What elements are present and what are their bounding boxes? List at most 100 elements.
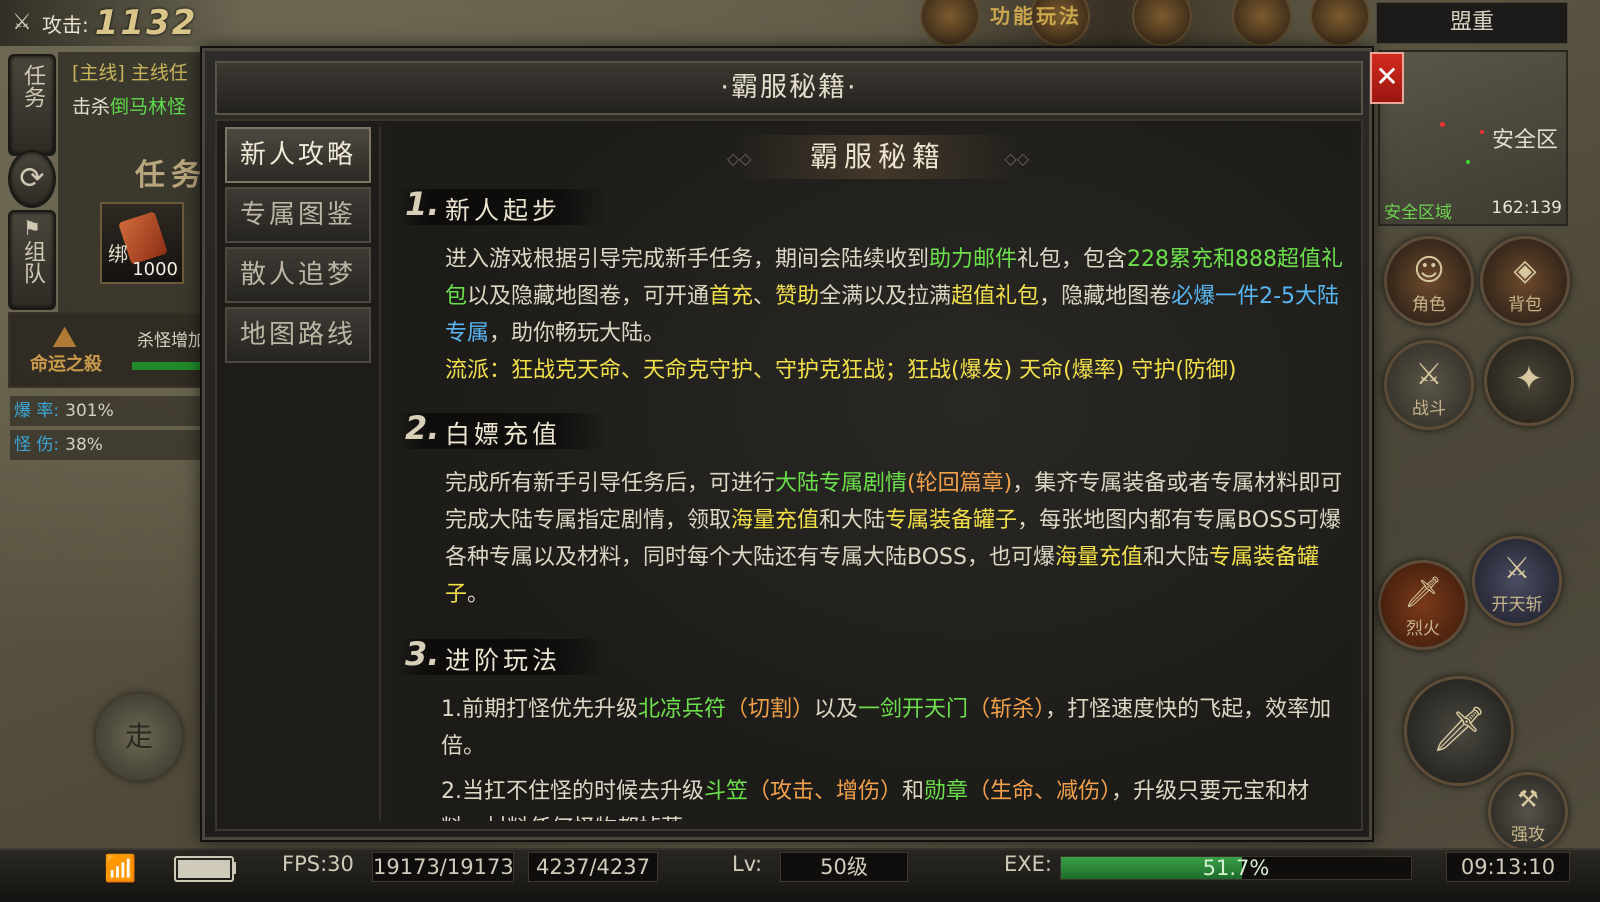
- character-label: 角色: [1412, 295, 1446, 315]
- hp-readout: 19173/19173: [372, 852, 514, 882]
- sword-icon: ⚔: [1503, 551, 1531, 586]
- ornament-right-icon: ◇◇: [1004, 149, 1029, 168]
- highlight: （攻击、增伤）: [748, 779, 903, 804]
- text: 进入游戏根据引导完成新手任务，期间会陆续收到: [445, 247, 930, 272]
- sky-slash-button[interactable]: ⚔ 开天斩: [1472, 536, 1562, 626]
- bag-button[interactable]: ◈ 背包: [1480, 236, 1570, 326]
- text: 全满以及拉满: [819, 284, 952, 309]
- sky-slash-label: 开天斩: [1491, 595, 1543, 615]
- highlight: 海量充值: [731, 508, 820, 533]
- text: ，助你畅玩大陆。: [489, 321, 666, 346]
- function-play-label[interactable]: 功能玩法: [990, 0, 1082, 29]
- highlight: 斗笠: [704, 779, 749, 804]
- walk-button[interactable]: 走: [96, 694, 182, 780]
- section-number: 2.: [405, 409, 440, 447]
- tip-line: 2.当扛不住怪的时候去升级斗笠（攻击、增伤）和勋章（生命、减伤），升级只要元宝和…: [441, 773, 1341, 821]
- highlight: （斩杀）: [968, 697, 1046, 722]
- wifi-icon: 📶: [104, 854, 137, 884]
- stat-key: 爆 率:: [14, 401, 60, 421]
- tab-divider: [379, 127, 381, 821]
- text: 完成所有新手引导任务后，可进行: [445, 471, 776, 496]
- task-tab[interactable]: 任务: [8, 54, 56, 156]
- drop-rate-stat: 爆 率: 301%: [10, 396, 210, 426]
- bag-icon: ◈: [1513, 253, 1537, 288]
- battery-icon: [174, 856, 234, 882]
- highlight: 北凉兵符: [638, 697, 727, 722]
- section-title: 新人起步: [445, 196, 562, 225]
- quest-reward-item[interactable]: 绑 1000: [100, 202, 184, 284]
- guide-content[interactable]: ◇◇ 霸服秘籍 ◇◇ 1. 新人起步 进入游戏根据引导完成新手任务，期间会陆续收…: [393, 125, 1353, 821]
- text: 和: [902, 779, 925, 804]
- bound-tag: 绑: [108, 242, 128, 266]
- quest-objective[interactable]: 击杀倒马林怪: [72, 92, 186, 119]
- tip-line: 1.前期打怪优先升级北凉兵符（切割）以及一剑开天门（斩杀），打怪速度快的飞起，效…: [441, 691, 1341, 765]
- tab-exclusive-atlas[interactable]: 专属图鉴: [225, 187, 371, 243]
- guide-modal: ·霸服秘籍· 新人攻略 专属图鉴 散人追梦 地图路线 ◇◇ 霸服秘籍 ◇◇ 1.…: [202, 48, 1372, 840]
- bag-label: 背包: [1508, 295, 1542, 315]
- text: 2.当扛不住怪的时候去升级: [441, 779, 704, 804]
- character-button[interactable]: ☺ 角色: [1384, 236, 1474, 326]
- minimap[interactable]: 安全区 安全区域 162:139: [1378, 50, 1568, 226]
- highlight: （切割）: [726, 697, 815, 722]
- exp-percent: 51.7%: [1202, 856, 1270, 880]
- compass-button[interactable]: ✦: [1484, 336, 1574, 426]
- minimap-marker: [1440, 122, 1445, 127]
- crossed-swords-icon: ⚔: [12, 10, 32, 35]
- section-number: 3.: [405, 635, 440, 673]
- battle-button[interactable]: ⚔ 战斗: [1384, 340, 1474, 430]
- fire-skill-button[interactable]: 🗡 烈火: [1378, 560, 1468, 650]
- text: 1.前期打怪优先升级: [441, 697, 638, 722]
- highlight: 一剑开天门: [858, 697, 969, 722]
- greatsword-icon: 🗡: [1431, 704, 1487, 755]
- tab-solo-dream[interactable]: 散人追梦: [225, 247, 371, 303]
- close-button[interactable]: ✕: [1370, 52, 1404, 104]
- item-count: 1000: [132, 259, 178, 280]
- highlight: 超值礼包: [951, 284, 1040, 309]
- main-attack-button[interactable]: 🗡: [1404, 676, 1514, 786]
- fate-panel[interactable]: ⛰ 命运之殺 杀怪增加: [8, 312, 212, 388]
- fate-name: 命运之殺: [30, 354, 102, 375]
- battery-nub: [232, 862, 236, 874]
- section-number: 1.: [405, 185, 440, 223]
- section-title: 白嫖充值: [445, 420, 562, 449]
- refresh-icon[interactable]: ⟳: [8, 150, 56, 208]
- battery-level: [178, 860, 230, 878]
- fate-description: 杀怪增加: [137, 331, 205, 351]
- text: 和大陆: [1142, 545, 1209, 570]
- highlight: (轮回篇章): [907, 471, 1013, 496]
- strong-attack-label: 强攻: [1511, 825, 1545, 845]
- task-tab-label: 任务: [20, 64, 45, 108]
- minimap-safe-label: 安全区: [1491, 128, 1558, 153]
- exp-bar: 51.7%: [1060, 856, 1412, 880]
- content-heading: 霸服秘籍: [733, 135, 1023, 179]
- exp-label: EXE:: [1004, 852, 1052, 876]
- tab-map-route[interactable]: 地图路线: [225, 307, 371, 363]
- zone-name: 安全区域: [1384, 203, 1452, 223]
- build-types: 流派：狂战克天命、天命克守护、守护克狂战；狂战(爆发) 天命(爆率) 守护(防御…: [445, 358, 1237, 383]
- highlight: （生命、减伤）: [968, 779, 1112, 804]
- quest-main-line[interactable]: [主线] 主线任: [72, 58, 188, 85]
- text: 礼包，包含: [1017, 247, 1128, 272]
- section-title: 进阶玩法: [445, 646, 562, 675]
- tab-newbie-guide[interactable]: 新人攻略: [225, 127, 371, 183]
- section-paragraph: 1.前期打怪优先升级北凉兵符（切割）以及一剑开天门（斩杀），打怪速度快的飞起，效…: [441, 691, 1341, 821]
- minimap-marker: [1480, 130, 1484, 134]
- modal-body: 新人攻略 专属图鉴 散人追梦 地图路线 ◇◇ 霸服秘籍 ◇◇ 1. 新人起步 进…: [215, 119, 1363, 831]
- strong-attack-icon: ⚒: [1517, 785, 1539, 813]
- text: ，隐藏地图卷: [1039, 284, 1172, 309]
- fps-readout: FPS:30: [282, 852, 354, 876]
- modal-title: ·霸服秘籍·: [720, 72, 858, 103]
- section-paragraph: 完成所有新手引导任务后，可进行大陆专属剧情(轮回篇章)，集齐专属装备或者专属材料…: [445, 465, 1345, 613]
- level-value: 50级: [780, 852, 908, 882]
- quest-panel-title: 任务: [135, 158, 207, 193]
- team-tab-label: 组队: [20, 240, 45, 284]
- fire-skill-label: 烈火: [1406, 619, 1440, 639]
- team-tab[interactable]: ⚑ 组队: [8, 210, 56, 310]
- character-icon: ☺: [1413, 253, 1445, 288]
- crossed-swords-icon: ⚔: [1415, 357, 1443, 392]
- strong-attack-button[interactable]: ⚒ 强攻: [1488, 772, 1568, 852]
- fate-progress-bar: [132, 362, 202, 370]
- player-coordinates: 162:139: [1491, 198, 1562, 218]
- team-flag-icon: ⚑: [23, 216, 41, 240]
- alliance-region[interactable]: 盟重: [1376, 2, 1568, 44]
